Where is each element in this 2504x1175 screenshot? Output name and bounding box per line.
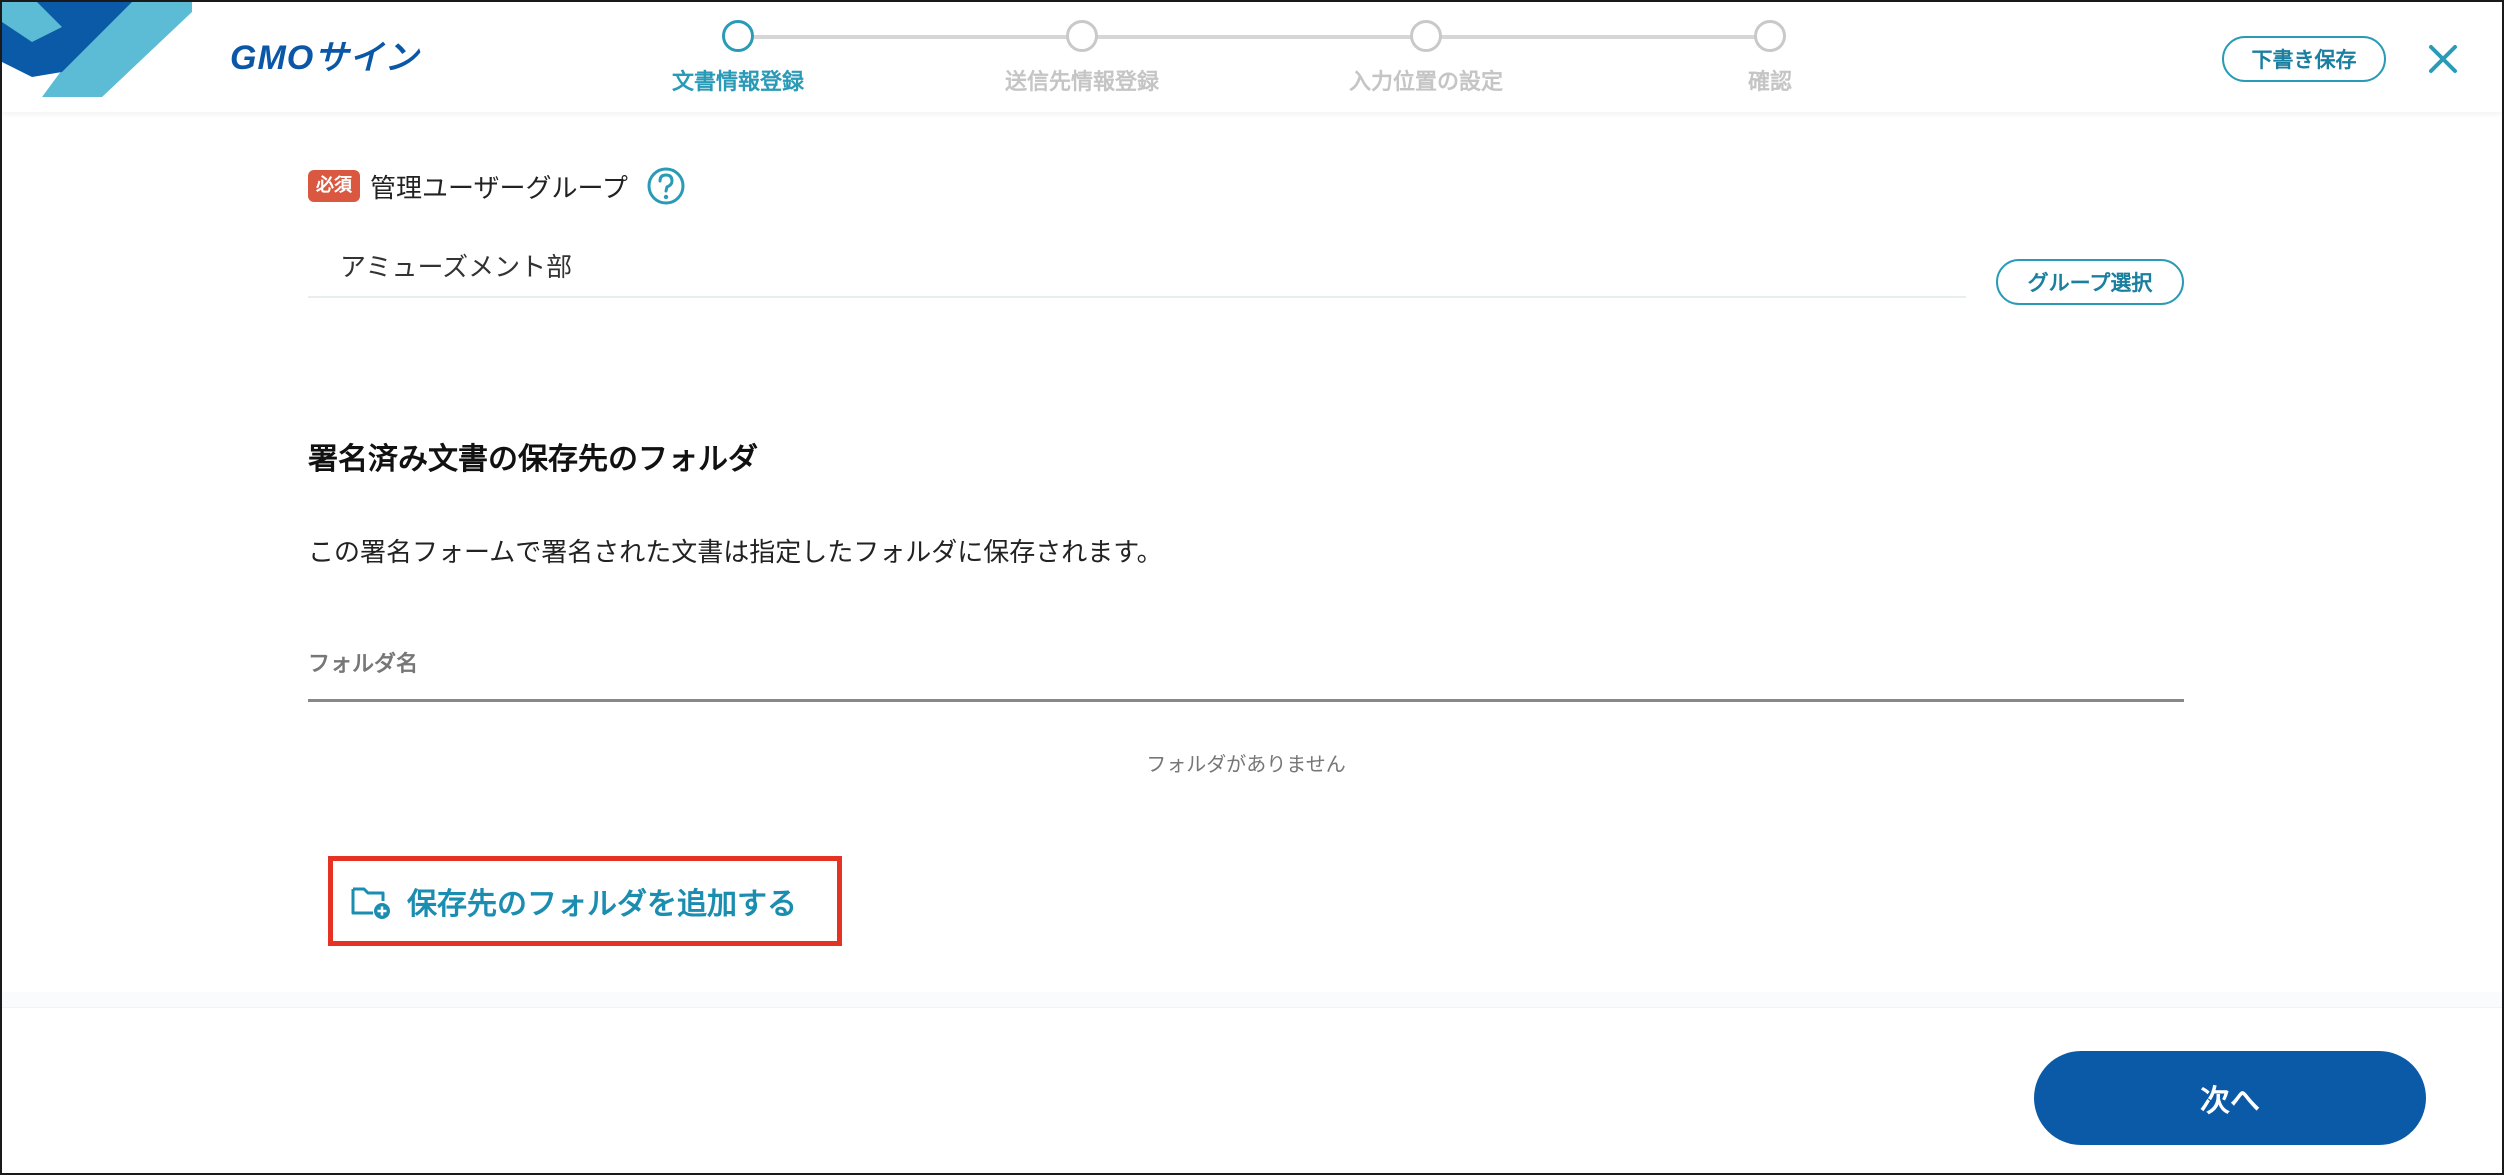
close-button[interactable] — [2420, 36, 2466, 82]
save-draft-button[interactable]: 下書き保存 — [2222, 36, 2386, 82]
group-value-field: アミューズメント部 — [308, 248, 1966, 298]
add-folder-label: 保存先のフォルダを追加する — [407, 887, 797, 922]
step-input-position: 入力位置の設定 — [1306, 20, 1546, 96]
step-document-info: 文書情報登録 — [618, 20, 858, 96]
step-label: 入力位置の設定 — [1348, 70, 1503, 95]
empty-folder-message: フォルダがありません — [1146, 752, 1346, 776]
close-icon — [2429, 45, 2457, 73]
content-footer-separator — [2, 992, 2502, 1008]
group-label-row: 必須 管理ユーザーグループ — [308, 166, 686, 206]
step-dot — [1410, 20, 1442, 52]
folder-name-column-header: フォルダ名 — [308, 652, 419, 677]
folder-section-description: この署名フォームで署名された文書は指定したフォルダに保存されます。 — [308, 538, 1163, 568]
next-button[interactable]: 次へ — [2034, 1051, 2426, 1145]
header: GMOサイン 文書情報登録 送信先情報登録 入力位置の設定 確認 下書き保存 — [2, 2, 2502, 112]
folder-add-icon — [351, 887, 390, 919]
app-window: GMOサイン 文書情報登録 送信先情報登録 入力位置の設定 確認 下書き保存 必… — [0, 0, 2504, 1175]
step-dot-active — [722, 20, 754, 52]
step-recipient-info: 送信先情報登録 — [962, 20, 1202, 96]
stepper-line — [754, 35, 1770, 39]
required-badge: 必須 — [308, 170, 360, 202]
step-label: 文書情報登録 — [671, 70, 804, 95]
step-label: 送信先情報登録 — [1004, 70, 1159, 95]
help-icon — [647, 167, 685, 205]
step-confirm: 確認 — [1650, 20, 1890, 96]
step-label: 確認 — [1747, 70, 1792, 95]
group-select-button[interactable]: グループ選択 — [1996, 259, 2184, 305]
footer: 次へ — [2, 1007, 2502, 1173]
add-folder-button[interactable]: 保存先のフォルダを追加する — [328, 856, 842, 946]
group-label: 管理ユーザーグループ — [370, 173, 628, 204]
folder-section-title: 署名済み文書の保存先のフォルダ — [308, 442, 758, 477]
step-dot — [1066, 20, 1098, 52]
folder-table-divider — [308, 699, 2184, 702]
progress-stepper: 文書情報登録 送信先情報登録 入力位置の設定 確認 — [2, 2, 2502, 112]
help-button[interactable] — [646, 166, 686, 206]
step-dot — [1754, 20, 1786, 52]
